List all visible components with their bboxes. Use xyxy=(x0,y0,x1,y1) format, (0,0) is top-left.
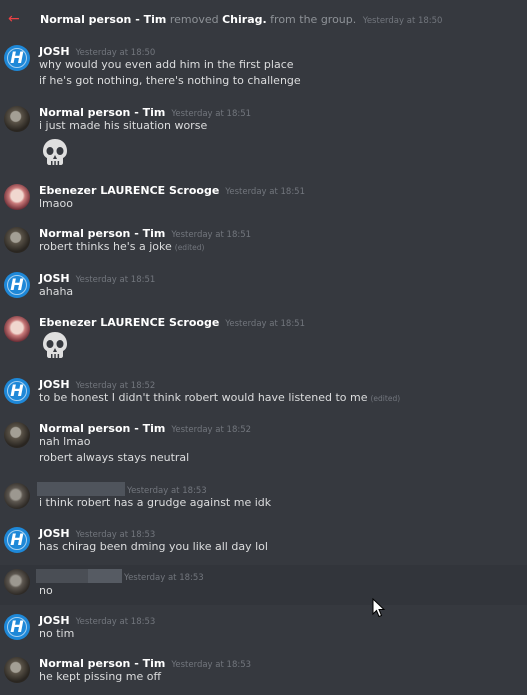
message: Yesterday at 18:53 no xyxy=(0,565,527,605)
message-text: has chirag been dming you like all day l… xyxy=(39,540,268,553)
system-actor-name[interactable]: Normal person - Tim xyxy=(40,13,166,26)
avatar[interactable] xyxy=(4,483,30,509)
message-timestamp: Yesterday at 18:50 xyxy=(75,48,156,58)
author-name[interactable]: Ebenezer LAURENCE Scrooge xyxy=(39,316,219,329)
author-name[interactable]: Normal person - Tim xyxy=(39,422,165,435)
avatar[interactable] xyxy=(4,527,30,553)
redacted-author-name xyxy=(36,569,88,583)
avatar[interactable] xyxy=(4,45,30,71)
message-text: i just made his situation worse xyxy=(39,119,208,132)
message-text: he kept pissing me off xyxy=(39,670,162,683)
message: Ebenezer LAURENCE Scrooge Yesterday at 18… xyxy=(0,313,527,367)
avatar[interactable] xyxy=(4,106,30,132)
message-text: robert thinks he's a joke xyxy=(39,240,172,253)
message-timestamp: Yesterday at 18:51 xyxy=(75,275,156,285)
message-timestamp: Yesterday at 18:53 xyxy=(171,660,252,670)
skull-emoji-icon xyxy=(43,139,67,165)
system-message: ← Normal person - Tim removed Chirag. fr… xyxy=(0,11,527,30)
avatar[interactable] xyxy=(4,184,30,210)
author-name[interactable]: JOSH xyxy=(39,527,70,540)
skull-emoji-icon xyxy=(43,332,67,358)
message: Normal person - Tim Yesterday at 18:53 he… xyxy=(0,654,527,688)
message-timestamp: Yesterday at 18:51 xyxy=(225,187,306,197)
author-name[interactable]: Ebenezer LAURENCE Scrooge xyxy=(39,184,219,197)
message-text: to be honest I didn't think robert would… xyxy=(39,391,368,404)
message: Normal person - Tim Yesterday at 18:51 i … xyxy=(0,103,527,175)
message: JOSH Yesterday at 18:50 why would you eve… xyxy=(0,42,527,92)
author-name[interactable]: JOSH xyxy=(39,272,70,285)
author-name[interactable]: Normal person - Tim xyxy=(39,227,165,240)
message-timestamp: Yesterday at 18:53 xyxy=(127,486,207,496)
message: JOSH Yesterday at 18:53 no tim xyxy=(0,611,527,645)
message-text: nah lmao xyxy=(39,435,91,448)
message-timestamp: Yesterday at 18:52 xyxy=(171,425,252,435)
member-removed-arrow-icon: ← xyxy=(8,11,20,27)
message: JOSH Yesterday at 18:52 to be honest I di… xyxy=(0,375,527,409)
avatar[interactable] xyxy=(4,272,30,298)
message-timestamp: Yesterday at 18:51 xyxy=(225,319,306,329)
message-text: ahaha xyxy=(39,285,74,298)
redacted-author-name xyxy=(37,482,125,496)
message: JOSH Yesterday at 18:53 has chirag been d… xyxy=(0,524,527,558)
message-text: no xyxy=(39,584,53,597)
message-text: why would you even add him in the first … xyxy=(39,58,294,71)
message-timestamp: Yesterday at 18:53 xyxy=(75,530,156,540)
avatar[interactable] xyxy=(4,378,30,404)
system-action-text: removed xyxy=(169,13,219,26)
message-content: robert thinks he's a joke (edited) xyxy=(39,240,204,255)
author-name[interactable]: Normal person - Tim xyxy=(39,657,165,670)
message-timestamp: Yesterday at 18:52 xyxy=(75,381,156,391)
avatar[interactable] xyxy=(4,227,30,253)
system-timestamp: Yesterday at 18:50 xyxy=(362,16,443,26)
message-timestamp: Yesterday at 18:53 xyxy=(124,573,204,583)
system-target-name[interactable]: Chirag. xyxy=(222,13,267,26)
message-content: to be honest I didn't think robert would… xyxy=(39,391,400,406)
message: JOSH Yesterday at 18:51 ahaha xyxy=(0,269,527,303)
author-name[interactable]: JOSH xyxy=(39,614,70,627)
edited-label: (edited) xyxy=(174,243,205,252)
message: Normal person - Tim Yesterday at 18:52 na… xyxy=(0,419,527,469)
redacted-author-name xyxy=(88,569,122,583)
message-text: if he's got nothing, there's nothing to … xyxy=(39,74,301,87)
message-timestamp: Yesterday at 18:53 xyxy=(75,617,156,627)
author-name[interactable]: Normal person - Tim xyxy=(39,106,165,119)
message: Ebenezer LAURENCE Scrooge Yesterday at 18… xyxy=(0,181,527,215)
avatar[interactable] xyxy=(4,422,30,448)
avatar[interactable] xyxy=(4,614,30,640)
avatar[interactable] xyxy=(4,569,30,595)
message-text: i think robert has a grudge against me i… xyxy=(39,496,272,509)
message-timestamp: Yesterday at 18:51 xyxy=(171,109,252,119)
message-text: robert always stays neutral xyxy=(39,451,190,464)
message: Normal person - Tim Yesterday at 18:51 ro… xyxy=(0,224,527,258)
author-name[interactable]: JOSH xyxy=(39,378,70,391)
message-text: no tim xyxy=(39,627,75,640)
mouse-cursor-icon xyxy=(372,598,386,618)
message-timestamp: Yesterday at 18:51 xyxy=(171,230,252,240)
message-text: lmaoo xyxy=(39,197,73,210)
system-suffix-text: from the group. xyxy=(270,13,357,26)
author-name[interactable]: JOSH xyxy=(39,45,70,58)
avatar[interactable] xyxy=(4,316,30,342)
edited-label: (edited) xyxy=(370,394,401,403)
message: Yesterday at 18:53 i think robert has a … xyxy=(0,480,527,514)
avatar[interactable] xyxy=(4,657,30,683)
